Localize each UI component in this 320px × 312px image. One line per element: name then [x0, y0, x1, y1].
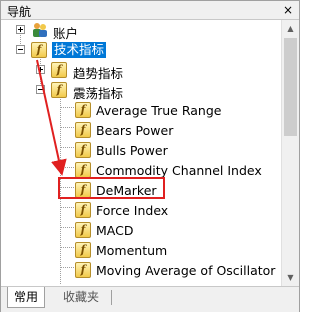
tab-common[interactable]: 常用 [7, 287, 46, 308]
scroll-up-arrow-icon[interactable]: ▲ [282, 20, 299, 37]
annotation-arrow [36, 59, 67, 176]
tab-bar: 常用 收藏夹 [1, 286, 299, 312]
vertical-scrollbar[interactable]: ▲ ▼ [281, 20, 299, 286]
title-bar: 导航 × [1, 1, 299, 20]
tab-separator [111, 290, 112, 305]
navigator-panel: 导航 × 账户 f 技术指标 f 趋势指标 f 震荡指标 f Average T… [0, 0, 300, 312]
navigator-tree: 账户 f 技术指标 f 趋势指标 f 震荡指标 f Average True R… [1, 20, 281, 286]
scroll-down-arrow-icon[interactable]: ▼ [282, 269, 299, 286]
close-button[interactable]: × [281, 3, 295, 17]
window-title: 导航 [7, 5, 32, 19]
tab-favorites[interactable]: 收藏夹 [57, 287, 105, 307]
scrollbar-thumb[interactable] [284, 38, 297, 136]
